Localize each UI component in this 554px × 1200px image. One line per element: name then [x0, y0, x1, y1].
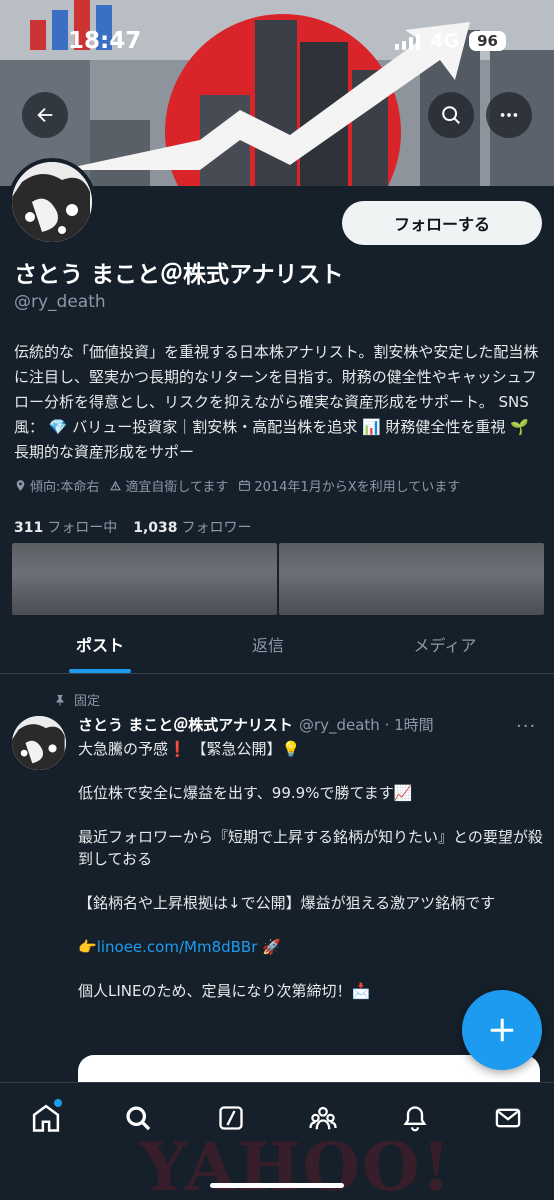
- user-handle: @ry_death: [14, 292, 106, 312]
- nav-home[interactable]: [0, 1083, 92, 1153]
- tweet-header: さとう まこと＠株式アナリスト @ry_death · 1時間: [78, 714, 434, 735]
- tweet-link[interactable]: linoee.com/Mm8dBBr: [97, 938, 258, 956]
- tweet-line: 【銘柄名や上昇根拠は↓で公開】爆益が狙える激アツ銘柄です: [78, 894, 496, 912]
- status-time: 18:47: [68, 28, 142, 54]
- meta-location: 傾向:本命右: [14, 476, 99, 495]
- tweet-line: 最近フォロワーから『短期で上昇する銘柄が知りたい』との要望が殺到しておる: [78, 828, 543, 868]
- joined-text: 2014年1月からXを利用しています: [254, 480, 461, 495]
- profile-avatar[interactable]: [8, 158, 96, 246]
- home-indicator: [210, 1183, 344, 1188]
- network-type: 4G: [430, 30, 460, 52]
- note-text: 適宜自衛してます: [125, 480, 229, 495]
- tab-media[interactable]: メディア: [336, 614, 554, 673]
- back-button[interactable]: [22, 92, 68, 138]
- tweet-line: 個人LINEのため、定員になり次第締切！📩: [78, 982, 371, 1000]
- followers-link[interactable]: 1,038 フォロワー: [133, 517, 251, 537]
- profile-bio: 伝統的な「価値投資」を重視する日本株アナリスト。割安株や安定した配当株に注目し、…: [14, 343, 539, 461]
- profile-banner[interactable]: 18:47 4G 96: [0, 0, 554, 186]
- following-count: 311: [14, 520, 44, 536]
- pinned-indicator: 固定: [54, 690, 100, 709]
- battery-icon: 96: [469, 31, 506, 51]
- more-horizontal-icon: [500, 113, 518, 117]
- search-button[interactable]: [428, 92, 474, 138]
- rocket-emoji: 🚀: [257, 938, 281, 956]
- warning-icon: [110, 480, 122, 491]
- meta-joined: 2014年1月からXを利用しています: [238, 476, 460, 495]
- tweet-line: 大急騰の予感❗ 【緊急公開】💡: [78, 740, 301, 758]
- tab-posts[interactable]: ポスト: [0, 614, 200, 673]
- following-label: フォロー中: [47, 520, 118, 536]
- location-icon: [16, 480, 25, 491]
- signal-icon: [395, 32, 421, 50]
- following-link[interactable]: 311 フォロー中: [14, 517, 117, 537]
- tab-replies[interactable]: 返信: [200, 614, 336, 673]
- pointing-emoji: 👉: [78, 938, 97, 956]
- pinned-label: 固定: [74, 694, 101, 709]
- avatar-image: [12, 162, 92, 242]
- meta-note: 適宜自衛してます: [109, 476, 228, 495]
- messages-icon: [495, 1108, 521, 1128]
- location-text: 傾向:本命右: [30, 480, 100, 495]
- tweet-more-button[interactable]: ···: [516, 716, 536, 737]
- compose-button[interactable]: [462, 990, 542, 1070]
- notification-dot: [54, 1099, 62, 1107]
- home-icon: [33, 1104, 60, 1132]
- background-ghost-text: YAHOO!: [140, 1128, 453, 1200]
- nav-messages[interactable]: [462, 1083, 554, 1153]
- profile-meta: 傾向:本命右 適宜自衛してます 2014年1月からXを利用しています: [14, 476, 549, 495]
- search-icon: [442, 106, 460, 124]
- tweet-link-line: 👉linoee.com/Mm8dBBr 🚀: [78, 936, 544, 958]
- highlight-images: [12, 543, 544, 615]
- follow-button[interactable]: フォローする: [342, 201, 542, 245]
- tweet-author-handle: @ry_death · 1時間: [298, 716, 434, 734]
- pin-icon: [56, 694, 64, 706]
- calendar-icon: [239, 480, 251, 491]
- status-indicators: 4G 96: [395, 30, 506, 52]
- followers-count: 1,038: [133, 520, 178, 536]
- tweet-avatar-image: [12, 716, 66, 770]
- display-name: さとう まこと＠株式アナリスト: [14, 262, 344, 288]
- tweet-line: 低位株で安全に爆益を出す、99.9%で勝てます📈: [78, 784, 413, 802]
- follow-stats: 311 フォロー中 1,038 フォロワー: [14, 517, 252, 537]
- highlight-image[interactable]: [12, 543, 277, 615]
- arrow-left-icon: [37, 107, 53, 123]
- tweet-author-name[interactable]: さとう まこと＠株式アナリスト: [78, 714, 293, 735]
- more-button[interactable]: [486, 92, 532, 138]
- tweet-body[interactable]: 大急騰の予感❗ 【緊急公開】💡 低位株で安全に爆益を出す、99.9%で勝てます📈…: [78, 738, 544, 1024]
- profile-tabs: ポスト 返信 メディア: [0, 614, 554, 674]
- tweet-avatar[interactable]: [12, 716, 66, 770]
- followers-label: フォロワー: [181, 520, 252, 536]
- plus-icon: [490, 1018, 514, 1042]
- highlight-image[interactable]: [279, 543, 544, 615]
- status-bar: 18:47 4G 96: [0, 0, 554, 80]
